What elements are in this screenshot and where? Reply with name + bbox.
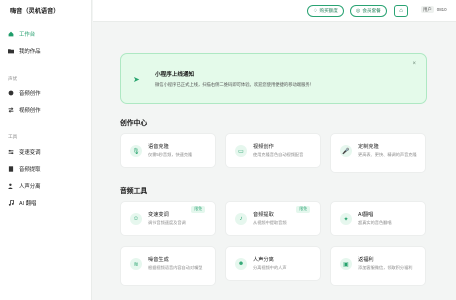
sidebar: 嗨音（灵机语音） 工作台 我的作品 声优 音频创作 视频创作 工具 变速变调 音… bbox=[0, 0, 92, 300]
wave-icon: ≋ bbox=[130, 258, 142, 270]
sidebar-item-workbench[interactable]: 工作台 bbox=[8, 30, 35, 38]
buy-quota-label: 购买额度 bbox=[319, 8, 338, 13]
card-video-create[interactable]: ▭ 视频创作 使用克隆音色自动视频配音 bbox=[225, 133, 321, 168]
card-title: 人声分离 bbox=[253, 257, 274, 263]
card-welfare[interactable]: ▣ 返福利 添加客服微信，领取积分福利 bbox=[330, 246, 426, 286]
card-desc: 分离视频中的人声 bbox=[253, 265, 287, 270]
card-desc: 超真实的音色翻唱 bbox=[358, 220, 392, 225]
mic-icon: 🎤 bbox=[340, 145, 352, 157]
user-id: 0810 bbox=[436, 7, 447, 12]
sidebar-item-video-create[interactable]: 视频创作 bbox=[8, 106, 41, 114]
banner-desc: 微信小程序已正式上线，扫描右侧二维码即可体验。欢迎您使用便捷的移动端服务！ bbox=[155, 82, 314, 87]
card-title: 变速变调 bbox=[148, 212, 169, 218]
file-audio-icon bbox=[8, 166, 14, 172]
tools-section-title: 音频工具 bbox=[120, 188, 148, 195]
app-logo: 嗨音（灵机语音） bbox=[10, 8, 60, 15]
sidebar-item-label: 我的作品 bbox=[19, 49, 41, 55]
sidebar-item-label: 工作台 bbox=[19, 32, 36, 38]
sidebar-item-audio-create[interactable]: 音频创作 bbox=[8, 89, 41, 97]
member-plan-label: 会员套餐 bbox=[362, 8, 381, 13]
sidebar-item-label: 变速变调 bbox=[19, 150, 41, 156]
card-custom-clone[interactable]: 🎤 定制克隆 更高表、更快、精调的声音克隆 bbox=[330, 133, 426, 173]
music-note-icon bbox=[8, 200, 14, 206]
user-info[interactable]: 用户 0810 bbox=[421, 6, 447, 13]
close-icon[interactable]: × bbox=[412, 61, 416, 67]
card-voice-clone[interactable]: 🎙 语音克隆 仅需5秒音频，快速克隆 bbox=[120, 133, 216, 168]
card-title: 语音克隆 bbox=[148, 144, 169, 150]
buy-quota-button[interactable]: ♢ 购买额度 bbox=[307, 5, 344, 17]
member-plan-button[interactable]: ◎ 会员套餐 bbox=[350, 5, 387, 17]
card-speed-pitch[interactable]: ☺ 变速变调 调节音频速度及音调 限免 bbox=[120, 201, 216, 236]
sidebar-item-my-works[interactable]: 我的作品 bbox=[8, 47, 41, 55]
sidebar-item-label: 人声分离 bbox=[19, 184, 41, 190]
card-desc: 根据视频语音内容自动对嘴型 bbox=[148, 265, 203, 270]
card-title: 音频提取 bbox=[253, 212, 274, 218]
user-name: 用户 bbox=[421, 6, 434, 13]
rocket-icon: ➤ bbox=[133, 75, 140, 84]
section-label-voice: 声优 bbox=[8, 76, 18, 81]
gift-icon: ▣ bbox=[340, 258, 352, 270]
video-icon: ▭ bbox=[235, 145, 247, 157]
card-ai-cover[interactable]: ✦ AI翻唱 超真实的音色翻唱 bbox=[330, 201, 426, 236]
sidebar-item-label: 音频提取 bbox=[19, 167, 41, 173]
music-note-icon: ♪ bbox=[235, 213, 247, 225]
sliders-icon bbox=[8, 149, 14, 155]
swap-icon bbox=[8, 107, 14, 113]
card-desc: 更高表、更快、精调的声音克隆 bbox=[358, 152, 417, 157]
home-shortcut-button[interactable]: ⌂ bbox=[394, 5, 408, 17]
notice-banner: ➤ 小程序上线通知 微信小程序已正式上线，扫描右侧二维码即可体验。欢迎您使用便捷… bbox=[120, 53, 427, 104]
sidebar-item-label: 音频创作 bbox=[19, 91, 41, 97]
card-title: 视频创作 bbox=[253, 144, 274, 150]
card-audio-extract[interactable]: ♪ 音频提取 从视频中提取音频 限免 bbox=[225, 201, 321, 236]
card-title: 定制克隆 bbox=[358, 144, 379, 150]
card-title: AI翻唱 bbox=[358, 212, 374, 218]
card-title: 噪音生成 bbox=[148, 257, 169, 263]
home-icon bbox=[8, 31, 14, 37]
section-label-tools: 工具 bbox=[8, 134, 18, 139]
folder-icon bbox=[8, 48, 14, 54]
sidebar-item-audio-extract[interactable]: 音频提取 bbox=[8, 165, 41, 173]
home-icon: ⌂ bbox=[399, 8, 403, 14]
sidebar-item-ai-cover[interactable]: AI 翻唱 bbox=[8, 199, 36, 207]
creation-section-title: 创作中心 bbox=[120, 120, 148, 127]
free-badge: 限免 bbox=[191, 206, 205, 213]
person-voice-icon: ☻ bbox=[235, 258, 247, 270]
card-desc: 添加客服微信，领取积分福利 bbox=[358, 265, 413, 270]
smile-icon: ☺ bbox=[130, 213, 142, 225]
person-voice-icon bbox=[8, 183, 14, 189]
card-desc: 使用克隆音色自动视频配音 bbox=[253, 152, 304, 157]
gift-icon: ♢ bbox=[313, 8, 318, 14]
crown-icon: ◎ bbox=[356, 8, 361, 14]
card-noise-gen[interactable]: ≋ 噪音生成 根据视频语音内容自动对嘴型 bbox=[120, 246, 216, 286]
banner-title: 小程序上线通知 bbox=[155, 72, 195, 78]
sidebar-item-label: AI 翻唱 bbox=[19, 201, 37, 207]
sparkle-icon: ✦ bbox=[340, 213, 352, 225]
speech-bubble-icon bbox=[8, 90, 14, 96]
card-desc: 调节音频速度及音调 bbox=[148, 220, 186, 225]
sidebar-item-label: 视频创作 bbox=[19, 108, 41, 114]
free-badge: 限免 bbox=[296, 206, 310, 213]
card-desc: 从视频中提取音频 bbox=[253, 220, 287, 225]
mic-icon: 🎙 bbox=[130, 145, 142, 157]
sidebar-item-vocal-separate[interactable]: 人声分离 bbox=[8, 182, 41, 190]
card-vocal-separate[interactable]: ☻ 人声分离 分离视频中的人声 bbox=[225, 246, 321, 281]
card-desc: 仅需5秒音频，快速克隆 bbox=[148, 152, 193, 157]
card-title: 返福利 bbox=[358, 257, 374, 263]
sidebar-item-speed-pitch[interactable]: 变速变调 bbox=[8, 148, 41, 156]
